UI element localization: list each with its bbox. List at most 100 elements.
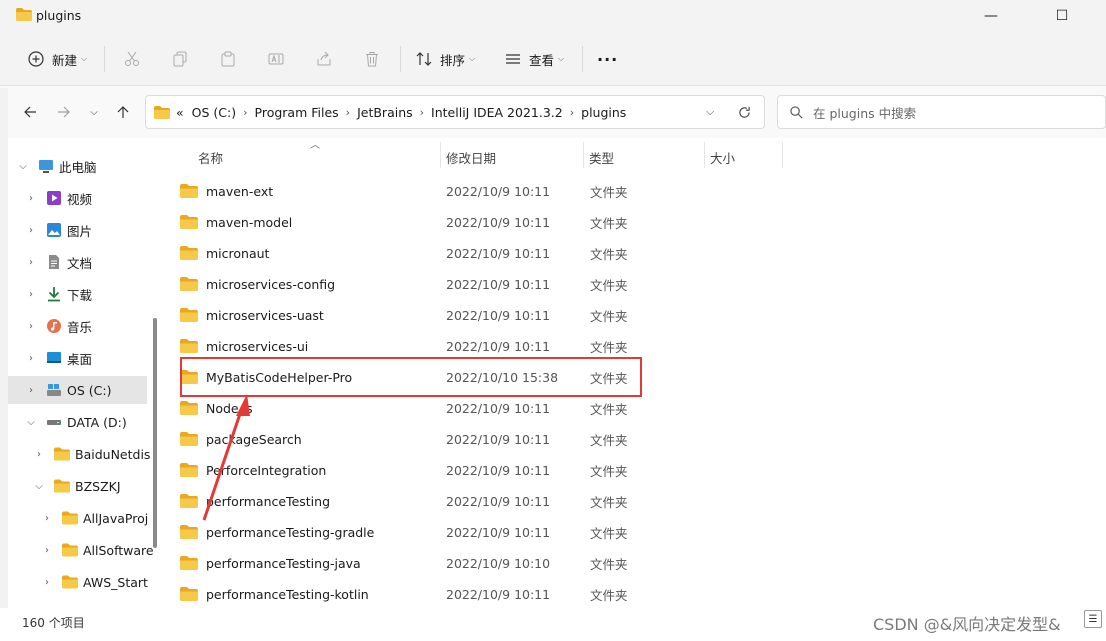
chevron-right-icon[interactable]: › <box>24 225 38 236</box>
rename-button[interactable] <box>268 46 284 72</box>
breadcrumb-os-c[interactable]: OS (C:) <box>192 105 236 120</box>
file-name: PerforceIntegration <box>206 462 327 478</box>
file-name: Node.js <box>206 400 253 416</box>
address-dropdown-icon[interactable]: ⌵ <box>706 96 714 128</box>
sort-button[interactable]: 排序 ⌵ <box>416 46 475 72</box>
chevron-right-icon[interactable]: › <box>24 353 38 364</box>
chevron-right-icon[interactable]: › <box>420 106 424 119</box>
sidebar-item-documents[interactable]: › 文档 <box>8 248 158 276</box>
breadcrumb-program-files[interactable]: Program Files <box>255 105 339 120</box>
recent-locations-button[interactable]: ⌵ <box>82 100 106 124</box>
column-header-name[interactable]: 名称 <box>198 146 223 168</box>
folder-icon <box>180 587 198 601</box>
file-row[interactable]: microservices-config 2022/10/9 10:11 文件夹 <box>180 270 640 298</box>
chevron-right-icon[interactable]: › <box>24 321 38 332</box>
up-button[interactable] <box>111 100 135 124</box>
sidebar-item-os-c[interactable]: › OS (C:) <box>8 376 147 404</box>
command-bar: 新建 ⌵ 排序 ⌵ 查看 ⌵ ··· <box>0 32 1106 86</box>
column-divider[interactable] <box>782 142 783 168</box>
folder-icon <box>16 8 32 21</box>
sidebar-item-videos[interactable]: › 视频 <box>8 184 158 212</box>
back-button[interactable] <box>18 100 42 124</box>
toolbar-divider <box>400 46 401 72</box>
details-view-button[interactable]: ☰ <box>1084 610 1102 628</box>
sidebar-scrollbar[interactable] <box>153 318 157 548</box>
drive-icon <box>47 420 61 425</box>
folder-icon <box>180 556 198 570</box>
file-row[interactable]: packageSearch 2022/10/9 10:11 文件夹 <box>180 425 640 453</box>
window-title: plugins <box>36 8 82 23</box>
plus-icon <box>28 51 44 67</box>
file-date: 2022/10/9 10:11 <box>446 276 551 292</box>
sidebar-item-desktop[interactable]: › 桌面 <box>8 344 158 372</box>
sidebar-item-aws-start[interactable]: › AWS_Start <box>8 568 158 596</box>
file-row[interactable]: MyBatisCodeHelper-Pro 2022/10/10 15:38 文件夹 <box>180 363 640 391</box>
new-button[interactable]: 新建 ⌵ <box>28 46 87 72</box>
folder-icon <box>54 447 70 461</box>
file-row[interactable]: maven-ext 2022/10/9 10:11 文件夹 <box>180 177 640 205</box>
column-divider[interactable] <box>440 142 441 168</box>
more-button[interactable]: ··· <box>597 46 618 72</box>
sidebar-item-music[interactable]: › 音乐 <box>8 312 158 340</box>
paste-button[interactable] <box>220 46 236 72</box>
file-row[interactable]: micronaut 2022/10/9 10:11 文件夹 <box>180 239 640 267</box>
rename-icon <box>268 53 284 65</box>
file-row[interactable]: maven-model 2022/10/9 10:11 文件夹 <box>180 208 640 236</box>
column-header-size[interactable]: 大小 <box>710 146 735 168</box>
address-bar[interactable]: « OS (C:) › Program Files › JetBrains › … <box>145 95 765 129</box>
chevron-right-icon[interactable]: › <box>24 257 38 268</box>
chevron-right-icon[interactable]: › <box>570 106 574 119</box>
file-row[interactable]: microservices-ui 2022/10/9 10:11 文件夹 <box>180 332 640 360</box>
sidebar-item-allsoftware[interactable]: › AllSoftware <box>8 536 158 564</box>
share-button[interactable] <box>316 46 332 72</box>
cut-button[interactable] <box>124 46 140 72</box>
view-button[interactable]: 查看 ⌵ <box>505 46 564 72</box>
chevron-right-icon[interactable]: › <box>40 513 54 524</box>
chevron-right-icon[interactable]: › <box>243 106 247 119</box>
chevron-right-icon[interactable]: › <box>40 545 54 556</box>
chevron-down-icon[interactable]: ⌵ <box>32 481 46 492</box>
column-header-type[interactable]: 类型 <box>589 146 614 168</box>
breadcrumb-jetbrains[interactable]: JetBrains <box>357 105 413 120</box>
maximize-button[interactable]: ☐ <box>1039 0 1085 32</box>
folder-icon <box>180 494 198 508</box>
column-divider[interactable] <box>583 142 584 168</box>
refresh-icon[interactable] <box>738 96 751 128</box>
breadcrumb-intellij[interactable]: IntelliJ IDEA 2021.3.2 <box>431 105 563 120</box>
sidebar-item-alljavaproj[interactable]: › AllJavaProj <box>8 504 158 532</box>
file-row[interactable]: PerforceIntegration 2022/10/9 10:11 文件夹 <box>180 456 640 484</box>
file-row[interactable]: performanceTesting 2022/10/9 10:11 文件夹 <box>180 487 640 515</box>
chevron-right-icon[interactable]: › <box>346 106 350 119</box>
minimize-button[interactable]: — <box>968 0 1014 32</box>
file-date: 2022/10/9 10:11 <box>446 400 551 416</box>
file-type: 文件夹 <box>590 556 628 572</box>
column-header-date[interactable]: 修改日期 <box>446 146 496 168</box>
chevron-right-icon[interactable]: › <box>40 577 54 588</box>
file-row[interactable]: Node.js 2022/10/9 10:11 文件夹 <box>180 394 640 422</box>
sidebar-item-baidunetdisk[interactable]: › BaiduNetdis <box>8 440 158 468</box>
sidebar-item-downloads[interactable]: › 下载 <box>8 280 158 308</box>
chevron-right-icon[interactable]: › <box>24 289 38 300</box>
delete-button[interactable] <box>364 46 380 72</box>
sidebar-item-data-d[interactable]: ⌵ DATA (D:) <box>8 408 158 436</box>
search-input[interactable]: 在 plugins 中搜索 <box>777 95 1106 129</box>
sidebar-item-bzszkj[interactable]: ⌵ BZSZKJ <box>8 472 158 500</box>
forward-button[interactable] <box>52 100 76 124</box>
breadcrumb-plugins[interactable]: plugins <box>581 105 626 120</box>
copy-button[interactable] <box>172 46 188 72</box>
file-date: 2022/10/9 10:11 <box>446 493 551 509</box>
chevron-down-icon[interactable]: ⌵ <box>24 417 38 428</box>
chevron-right-icon[interactable]: › <box>32 449 46 460</box>
file-row[interactable]: performanceTesting-java 2022/10/9 10:10 文件… <box>180 549 640 577</box>
chevron-right-icon[interactable]: › <box>24 193 38 204</box>
file-row[interactable]: performanceTesting-gradle 2022/10/9 10:11… <box>180 518 640 546</box>
column-divider[interactable] <box>704 142 705 168</box>
chevron-right-icon[interactable]: › <box>24 385 38 396</box>
sidebar-item-this-pc[interactable]: ⌵ 此电脑 <box>8 152 158 180</box>
sidebar-item-pictures[interactable]: › 图片 <box>8 216 158 244</box>
file-row[interactable]: performanceTesting-kotlin 2022/10/9 10:11… <box>180 580 640 608</box>
file-row[interactable]: microservices-uast 2022/10/9 10:11 文件夹 <box>180 301 640 329</box>
chevron-down-icon[interactable]: ⌵ <box>16 161 30 172</box>
breadcrumb-overflow[interactable]: « <box>176 105 184 120</box>
chevron-down-icon: ⌵ <box>469 54 476 63</box>
